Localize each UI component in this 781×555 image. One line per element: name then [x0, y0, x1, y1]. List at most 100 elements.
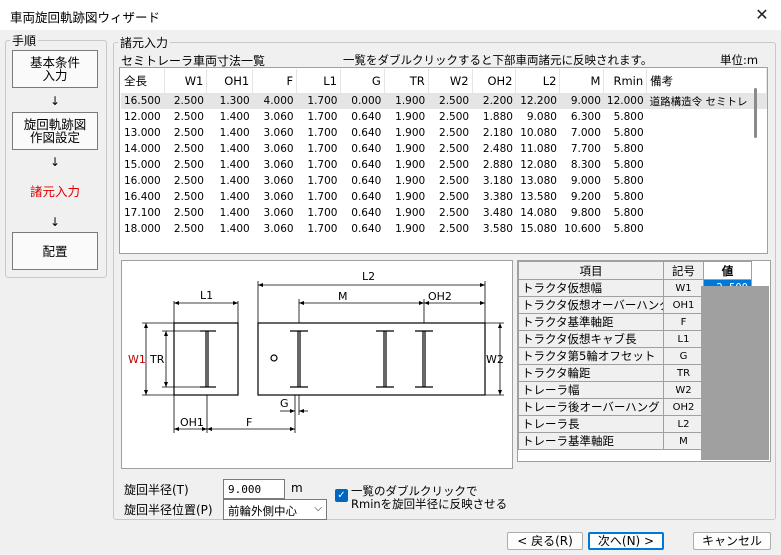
column-header[interactable]: 全長 — [121, 69, 166, 93]
property-column-header: 項目 — [518, 261, 664, 280]
table-cell: 3.580 — [482, 223, 513, 235]
property-name: トラクタ仮想幅 — [518, 279, 664, 297]
reflect-rmin-label[interactable]: 一覧のダブルクリックで Rminを旋回半径に反映させる — [351, 485, 507, 511]
step-placement-button[interactable]: 配置 — [12, 232, 98, 270]
table-row[interactable]: 15.000 2.500 1.400 3.060 1.700 0.640 1.900 2.50… — [121, 157, 767, 173]
property-name: トレーラ幅 — [518, 381, 664, 399]
cancel-button[interactable]: キャンセル — [693, 532, 771, 550]
table-cell: 2.500 — [173, 207, 204, 219]
table-cell: 1.900 — [384, 93, 429, 109]
column-header[interactable]: L1 — [296, 69, 341, 93]
table-row[interactable]: 13.000 2.500 1.400 3.060 1.700 0.640 1.900 2.50… — [121, 125, 767, 141]
table-cell: 1.700 — [307, 207, 338, 219]
column-header[interactable]: F — [252, 69, 298, 93]
vehicle-dimension-list[interactable]: 全長 W1 OH1 F L1 G TR W2 OH2 L2 M Rmin 備考 16.500 2.500 1.… — [119, 67, 768, 254]
table-cell: 3.060 — [263, 175, 294, 187]
table-cell: 10.600 — [564, 223, 601, 235]
property-name: トラクタ第5輪オフセット — [518, 347, 664, 365]
table-cell: 16.000 — [124, 175, 161, 187]
property-name: トラクタ基準軸距 — [518, 313, 664, 331]
table-cell: 3.480 — [482, 207, 513, 219]
column-header[interactable]: W1 — [164, 69, 208, 93]
column-header[interactable]: L2 — [515, 69, 561, 93]
table-cell: 1.400 — [219, 191, 250, 203]
dim-label-L2: L2 — [362, 270, 375, 283]
dim-label-G: G — [280, 397, 289, 410]
table-cell: 2.500 — [439, 207, 470, 219]
step-arrow-icon: ↓ — [50, 215, 61, 229]
table-cell: 0.640 — [351, 207, 382, 219]
table-cell: 2.500 — [439, 159, 470, 171]
table-cell: 3.060 — [263, 127, 294, 139]
step-turning-drawing-settings-button[interactable]: 旋回軌跡図 作図設定 — [12, 112, 98, 150]
table-row[interactable]: 16.000 2.500 1.400 3.060 1.700 0.640 1.900 2.50… — [121, 173, 767, 189]
table-cell: 3.380 — [482, 191, 513, 203]
window-title: 車両旋回軌跡図ウィザード — [10, 10, 161, 25]
table-cell: 3.060 — [263, 143, 294, 155]
property-name: トラクタ輪距 — [518, 364, 664, 382]
table-cell: 3.060 — [263, 159, 294, 171]
table-cell: 14.000 — [124, 143, 161, 155]
table-cell: 2.500 — [173, 223, 204, 235]
column-header[interactable]: Rmin — [603, 69, 648, 93]
table-cell: 3.060 — [263, 223, 294, 235]
table-cell: 5.800 — [613, 127, 644, 139]
dim-label-L1: L1 — [200, 289, 213, 302]
table-cell: 2.500 — [173, 175, 204, 187]
column-header[interactable]: W2 — [428, 69, 473, 93]
table-cell: 3.060 — [263, 111, 294, 123]
table-row[interactable]: 18.000 2.500 1.400 3.060 1.700 0.640 1.900 2.50… — [121, 221, 767, 237]
table-cell: 1.900 — [395, 223, 426, 235]
vehicle-diagram: L1 L2 M OH2 W1 TR W2 G OH1 F — [121, 260, 513, 469]
table-row[interactable]: 12.000 2.500 1.400 3.060 1.700 0.640 1.900 2.50… — [121, 109, 767, 125]
table-cell: 0.640 — [351, 191, 382, 203]
property-code: TR — [663, 364, 704, 382]
table-cell: 7.000 — [570, 127, 601, 139]
property-code: L1 — [663, 330, 704, 348]
property-code: L2 — [663, 415, 704, 433]
table-cell: 1.900 — [395, 191, 426, 203]
table-cell: 1.700 — [296, 93, 341, 109]
table-cell: 13.000 — [124, 127, 161, 139]
step-spec-input-button[interactable]: 諸元入力 — [12, 172, 98, 210]
close-icon[interactable]: ✕ — [751, 4, 773, 26]
turning-radius-input[interactable] — [223, 479, 285, 499]
table-row[interactable]: 16.500 2.500 1.300 4.000 1.700 0.000 1.900 2.50… — [121, 93, 767, 109]
column-header[interactable]: 備考 — [646, 69, 767, 93]
column-header[interactable]: OH1 — [206, 69, 254, 93]
table-cell: 5.800 — [613, 175, 644, 187]
table-row[interactable]: 16.400 2.500 1.400 3.060 1.700 0.640 1.900 2.50… — [121, 189, 767, 205]
vertical-scrollbar[interactable] — [754, 88, 757, 138]
table-cell: 2.500 — [439, 127, 470, 139]
vehicle-dimension-table[interactable]: 全長 W1 OH1 F L1 G TR W2 OH2 L2 M Rmin 備考 16.500 2.500 1.… — [121, 69, 767, 237]
step-basic-conditions-button[interactable]: 基本条件 入力 — [12, 50, 98, 88]
table-cell: 1.900 — [395, 159, 426, 171]
column-header[interactable]: OH2 — [472, 69, 517, 93]
table-row[interactable]: 17.100 2.500 1.400 3.060 1.700 0.640 1.900 2.50… — [121, 205, 767, 221]
table-cell: 12.200 — [515, 93, 560, 109]
column-header[interactable]: M — [559, 69, 605, 93]
dim-label-W1: W1 — [128, 353, 146, 366]
reflect-rmin-checkbox[interactable]: ✓ — [335, 489, 348, 502]
property-column-header: 値 — [703, 261, 752, 280]
step-arrow-icon: ↓ — [50, 94, 61, 108]
table-cell: 5.800 — [613, 191, 644, 203]
table-cell: 4.000 — [252, 93, 297, 109]
table-cell: 0.640 — [351, 223, 382, 235]
table-cell: 2.500 — [439, 143, 470, 155]
back-button[interactable]: < 戻る(R) — [507, 532, 583, 550]
next-button[interactable]: 次へ(N) > — [588, 532, 664, 550]
table-cell: 1.900 — [395, 143, 426, 155]
table-row[interactable]: 14.000 2.500 1.400 3.060 1.700 0.640 1.900 2.50… — [121, 141, 767, 157]
kingpin-marker — [270, 354, 278, 362]
turning-radius-position-select[interactable]: 前輪外側中心 ⌵ — [223, 499, 327, 520]
table-cell: 5.800 — [613, 143, 644, 155]
table-cell: 1.400 — [219, 207, 250, 219]
property-column-header: 記号 — [663, 261, 704, 280]
table-cell — [647, 157, 767, 173]
table-cell: 1.900 — [395, 111, 426, 123]
turning-radius-unit: m — [291, 481, 303, 495]
column-header[interactable]: TR — [384, 69, 429, 93]
column-header[interactable]: G — [340, 69, 385, 93]
table-cell: 1.700 — [307, 223, 338, 235]
